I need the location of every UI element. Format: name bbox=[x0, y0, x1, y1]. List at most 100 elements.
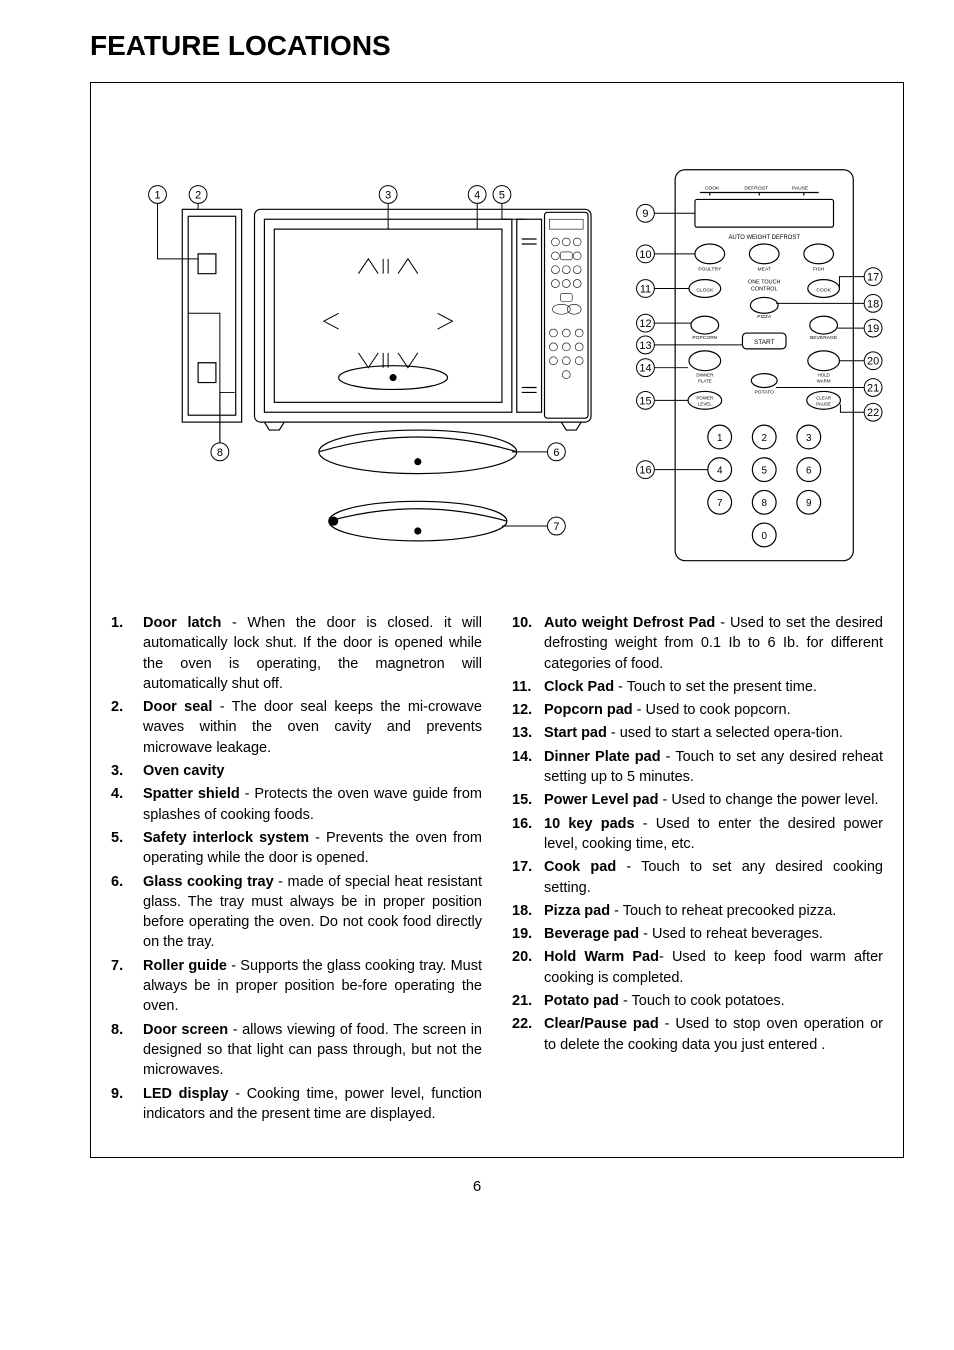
feature-number: 14. bbox=[512, 747, 538, 767]
svg-text:CLEAR: CLEAR bbox=[816, 395, 831, 400]
feature-number: 18. bbox=[512, 901, 538, 921]
svg-text:21: 21 bbox=[867, 382, 879, 394]
svg-text:POWER: POWER bbox=[696, 395, 713, 400]
svg-text:2: 2 bbox=[761, 433, 767, 444]
svg-text:CLOCK: CLOCK bbox=[696, 287, 714, 293]
feature-item: 22.Clear/Pause pad - Used to stop oven o… bbox=[512, 1014, 883, 1055]
svg-text:PIZZA: PIZZA bbox=[757, 314, 772, 320]
feature-item: 5.Safety interlock system - Prevents the… bbox=[111, 828, 482, 869]
feature-item: 2.Door seal - The door seal keeps the mi… bbox=[111, 697, 482, 758]
svg-text:8: 8 bbox=[761, 498, 767, 509]
feature-number: 1. bbox=[111, 613, 137, 633]
feature-term: Spatter shield bbox=[143, 786, 240, 802]
feature-term: Potato pad bbox=[544, 993, 619, 1009]
svg-text:COOK: COOK bbox=[816, 287, 831, 293]
feature-term: Roller guide bbox=[143, 958, 227, 974]
feature-item: 18.Pizza pad - Touch to reheat precooked… bbox=[512, 901, 883, 921]
feature-item: 8.Door screen - allows viewing of food. … bbox=[111, 1020, 482, 1081]
feature-number: 20. bbox=[512, 947, 538, 967]
feature-description: - Used to reheat beverages. bbox=[639, 926, 823, 942]
svg-text:FISH: FISH bbox=[813, 267, 825, 273]
svg-text:19: 19 bbox=[867, 323, 879, 335]
svg-text:3: 3 bbox=[385, 189, 391, 201]
feature-item: 1.Door latch - When the door is closed. … bbox=[111, 613, 482, 694]
svg-text:4: 4 bbox=[474, 189, 480, 201]
svg-text:5: 5 bbox=[499, 189, 505, 201]
svg-text:8: 8 bbox=[217, 447, 223, 459]
feature-description: - Touch to set the present time. bbox=[614, 679, 817, 695]
svg-text:22: 22 bbox=[867, 407, 879, 419]
svg-text:15: 15 bbox=[639, 395, 651, 407]
feature-term: Hold Warm Pad bbox=[544, 949, 659, 965]
svg-text:HOLD: HOLD bbox=[817, 373, 829, 378]
feature-description: - used to start a selected opera-tion. bbox=[607, 725, 843, 741]
feature-item: 21.Potato pad - Touch to cook potatoes. bbox=[512, 991, 883, 1011]
svg-text:DEFROST: DEFROST bbox=[744, 186, 768, 192]
feature-number: 22. bbox=[512, 1014, 538, 1034]
feature-term: Beverage pad bbox=[544, 926, 639, 942]
svg-text:POTATO: POTATO bbox=[754, 389, 774, 395]
svg-text:BEVERAGE: BEVERAGE bbox=[810, 335, 838, 341]
feature-term: Start pad bbox=[544, 725, 607, 741]
feature-term: Door screen bbox=[143, 1022, 228, 1038]
feature-number: 11. bbox=[512, 677, 538, 697]
feature-number: 17. bbox=[512, 857, 538, 877]
feature-number: 5. bbox=[111, 828, 137, 848]
control-panel-diagram: COOK DEFROST PAUSE AUTO WEIGHT DEFROST P… bbox=[675, 170, 853, 561]
feature-number: 2. bbox=[111, 697, 137, 717]
feature-number: 4. bbox=[111, 784, 137, 804]
feature-term: Auto weight Defrost Pad bbox=[544, 615, 715, 631]
feature-number: 13. bbox=[512, 723, 538, 743]
feature-term: LED display bbox=[143, 1086, 229, 1102]
feature-item: 20.Hold Warm Pad- Used to keep food warm… bbox=[512, 947, 883, 988]
svg-text:LEVEL: LEVEL bbox=[698, 401, 712, 406]
feature-item: 12.Popcorn pad - Used to cook popcorn. bbox=[512, 700, 883, 720]
svg-text:5: 5 bbox=[761, 466, 767, 477]
feature-number: 8. bbox=[111, 1020, 137, 1040]
feature-number: 21. bbox=[512, 991, 538, 1011]
feature-item: 7.Roller guide - Supports the glass cook… bbox=[111, 956, 482, 1017]
svg-text:9: 9 bbox=[806, 498, 812, 509]
svg-text:2: 2 bbox=[195, 189, 201, 201]
svg-text:16: 16 bbox=[639, 465, 651, 477]
feature-number: 9. bbox=[111, 1084, 137, 1104]
feature-number: 15. bbox=[512, 790, 538, 810]
svg-text:18: 18 bbox=[867, 298, 879, 310]
feature-item: 17.Cook pad - Touch to set any desired c… bbox=[512, 857, 883, 898]
svg-text:6: 6 bbox=[553, 447, 559, 459]
svg-text:POULTRY: POULTRY bbox=[698, 267, 722, 273]
feature-item: 14.Dinner Plate pad - Touch to set any d… bbox=[512, 747, 883, 788]
content-frame: 1 2 3 4 5 6 7 8 bbox=[90, 82, 904, 1158]
feature-item: 10.Auto weight Defrost Pad - Used to set… bbox=[512, 613, 883, 674]
svg-text:0: 0 bbox=[761, 531, 767, 542]
svg-text:COOK: COOK bbox=[705, 186, 720, 192]
svg-text:1: 1 bbox=[154, 189, 160, 201]
svg-text:AUTO WEIGHT DEFROST: AUTO WEIGHT DEFROST bbox=[728, 235, 800, 241]
feature-diagram: 1 2 3 4 5 6 7 8 bbox=[111, 113, 883, 563]
feature-number: 7. bbox=[111, 956, 137, 976]
feature-term: Door latch bbox=[143, 615, 221, 631]
feature-item: 6.Glass cooking tray - made of special h… bbox=[111, 872, 482, 953]
feature-item: 15. Power Level pad - Used to change the … bbox=[512, 790, 883, 810]
svg-text:1: 1 bbox=[717, 433, 723, 444]
feature-number: 6. bbox=[111, 872, 137, 892]
feature-description: - Used to change the power level. bbox=[658, 792, 878, 808]
feature-term: Glass cooking tray bbox=[143, 874, 274, 890]
svg-text:12: 12 bbox=[639, 318, 651, 330]
feature-term: Power Level pad bbox=[544, 792, 658, 808]
page-number: 6 bbox=[40, 1178, 914, 1195]
svg-text:17: 17 bbox=[867, 272, 879, 284]
svg-text:PAUSE: PAUSE bbox=[816, 401, 831, 406]
feature-item: 9.LED display - Cooking time, power leve… bbox=[111, 1084, 482, 1125]
feature-description: - Touch to reheat precooked pizza. bbox=[610, 903, 836, 919]
feature-term: Door seal bbox=[143, 699, 212, 715]
feature-item: 4.Spatter shield - Protects the oven wav… bbox=[111, 784, 482, 825]
feature-number: 19. bbox=[512, 924, 538, 944]
page-title: FEATURE LOCATIONS bbox=[90, 30, 914, 62]
svg-text:13: 13 bbox=[639, 340, 651, 352]
feature-term: Cook pad bbox=[544, 859, 616, 875]
feature-term: Dinner Plate pad bbox=[544, 749, 661, 765]
feature-number: 3. bbox=[111, 761, 137, 781]
svg-text:7: 7 bbox=[553, 521, 559, 533]
svg-text:6: 6 bbox=[806, 466, 812, 477]
